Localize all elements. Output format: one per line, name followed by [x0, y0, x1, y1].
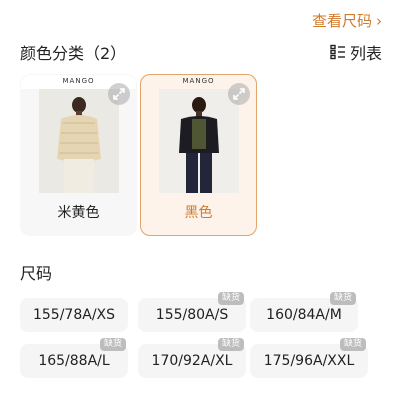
product-image-beige: [39, 89, 119, 193]
list-icon: [330, 44, 345, 60]
color-option-label: 黑色: [184, 205, 213, 221]
color-section-title: 颜色分类（2）: [20, 44, 127, 63]
size-option-label: 160/84A/M: [266, 307, 342, 323]
size-option-label: 170/92A/XL: [151, 353, 233, 369]
size-option-xs[interactable]: 155/78A/XS: [20, 298, 128, 332]
size-option-xxl[interactable]: 175/96A/XXL 缺货: [250, 338, 368, 378]
out-of-stock-badge: 缺货: [99, 338, 126, 351]
color-option-label: 米黄色: [57, 205, 100, 221]
list-toggle-label: 列表: [349, 44, 382, 63]
out-of-stock-badge: 缺货: [329, 292, 356, 305]
out-of-stock-badge: 缺货: [339, 338, 366, 351]
out-of-stock-badge: 缺货: [217, 338, 244, 351]
list-view-toggle[interactable]: 列表: [330, 40, 382, 64]
size-option-xl[interactable]: 170/92A/XL 缺货: [138, 338, 246, 378]
size-chart-link[interactable]: 查看尺码 ›: [312, 10, 382, 31]
size-section-title: 尺码: [20, 264, 53, 283]
out-of-stock-badge: 缺货: [217, 292, 244, 305]
size-chart-label: 查看尺码: [311, 12, 372, 30]
expand-icon[interactable]: [228, 83, 250, 105]
size-option-label: 155/80A/S: [155, 307, 229, 323]
size-option-label: 175/96A/XXL: [263, 353, 355, 369]
size-option-s[interactable]: 155/80A/S 缺货: [138, 292, 246, 332]
expand-icon[interactable]: [108, 83, 130, 105]
color-option-beige[interactable]: MANGO 米黄色: [20, 74, 137, 236]
product-image-black: [159, 89, 239, 193]
size-option-label: 155/78A/XS: [32, 307, 116, 323]
color-option-black[interactable]: MANGO 黑色: [140, 74, 257, 236]
chevron-right-icon: ›: [376, 11, 382, 30]
size-option-l[interactable]: 165/88A/L 缺货: [20, 338, 128, 378]
size-option-label: 165/88A/L: [38, 353, 110, 369]
size-option-m[interactable]: 160/84A/M 缺货: [250, 292, 358, 332]
